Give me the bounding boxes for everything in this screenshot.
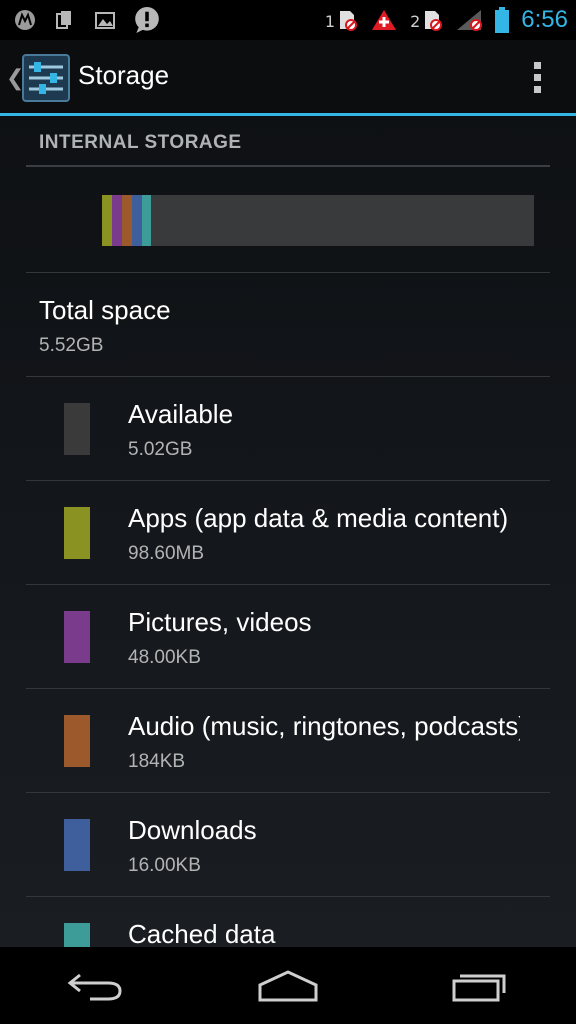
item-value: 5.02GB xyxy=(128,439,193,460)
sim-toolkit-icon xyxy=(56,11,71,29)
list-item-audio[interactable]: Audio (music, ringtones, podcasts) 184KB xyxy=(0,689,576,793)
list-item-available[interactable]: Available 5.02GB xyxy=(0,377,576,481)
signal-icon xyxy=(457,10,483,31)
color-swatch-cached xyxy=(64,923,90,947)
item-label: Downloads xyxy=(128,815,257,845)
sim2-label: 2 xyxy=(410,12,421,31)
item-label: Audio (music, ringtones, podcasts) xyxy=(128,711,520,741)
status-bar: 1 2 6:56 xyxy=(0,0,576,40)
usage-segment-audio xyxy=(122,195,132,246)
section-title: INTERNAL STORAGE xyxy=(39,132,242,153)
storage-list[interactable]: INTERNAL STORAGE Total space 5.52GB Avai… xyxy=(0,119,576,947)
usage-segment-cached xyxy=(142,195,151,246)
recent-apps-icon xyxy=(452,974,506,1001)
sim1-label: 1 xyxy=(324,12,336,31)
page-title: Storage xyxy=(78,60,170,90)
total-space-row: Total space 5.52GB xyxy=(0,273,576,377)
color-swatch-available xyxy=(64,403,90,455)
list-item-apps[interactable]: Apps (app data & media content) 98.60MB xyxy=(0,481,576,585)
home-icon xyxy=(258,969,318,1001)
list-item-pictures[interactable]: Pictures, videos 48.00KB xyxy=(0,585,576,689)
overflow-menu-icon[interactable] xyxy=(534,62,542,96)
section-header: INTERNAL STORAGE xyxy=(26,131,550,167)
total-space-label: Total space xyxy=(39,295,171,325)
recent-apps-button[interactable] xyxy=(445,961,515,1011)
up-button[interactable]: ❮ Storage xyxy=(0,40,180,116)
navigation-bar xyxy=(0,947,576,1024)
usage-bar xyxy=(102,195,534,246)
clock: 6:56 xyxy=(521,6,568,33)
back-icon xyxy=(67,973,122,1000)
sim-card-icon xyxy=(340,11,358,31)
storage-screen: 1 2 6:56 ❮ Storage INTERNAL STORAGE Tota… xyxy=(0,0,576,1024)
item-label: Available xyxy=(128,399,234,429)
color-swatch-pictures xyxy=(64,611,90,663)
list-item-cached[interactable]: Cached data xyxy=(0,897,576,947)
sim2-status: 2 xyxy=(410,9,443,31)
action-bar: ❮ Storage xyxy=(0,40,576,116)
list-item-downloads[interactable]: Downloads 16.00KB xyxy=(0,793,576,897)
item-label: Apps (app data & media content) xyxy=(128,503,509,533)
item-value: 98.60MB xyxy=(128,543,205,564)
color-swatch-audio xyxy=(64,715,90,767)
motorola-icon xyxy=(15,10,35,30)
photo-notification-icon xyxy=(95,12,115,29)
usage-segment-pictures xyxy=(112,195,122,246)
total-space-value: 5.52GB xyxy=(39,335,104,356)
item-value: 48.00KB xyxy=(128,647,201,668)
item-value: 184KB xyxy=(128,751,186,772)
home-button[interactable] xyxy=(253,961,323,1011)
color-swatch-apps xyxy=(64,507,90,559)
item-label: Cached data xyxy=(128,919,276,947)
sim1-status: 1 xyxy=(325,9,358,31)
item-label: Pictures, videos xyxy=(128,607,312,637)
color-swatch-downloads xyxy=(64,819,90,871)
usage-segment-apps xyxy=(102,195,112,246)
warning-plus-icon xyxy=(372,10,397,30)
usage-segment-downloads xyxy=(132,195,142,246)
alert-icon xyxy=(135,7,159,33)
sim-card-icon xyxy=(425,11,443,31)
settings-app-icon xyxy=(22,54,70,102)
back-button[interactable] xyxy=(61,961,131,1011)
item-value: 16.00KB xyxy=(128,855,201,876)
battery-icon xyxy=(495,7,510,33)
